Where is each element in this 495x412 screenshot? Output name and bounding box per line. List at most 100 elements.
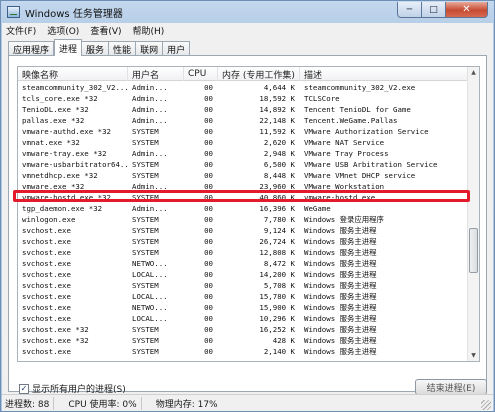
tab-performance[interactable]: 性能 <box>109 41 137 56</box>
table-row[interactable]: svchost.exe SYSTEM 00 12,808 K Windows 服务主进程 <box>18 247 468 258</box>
table-row[interactable]: vmnetdhcp.exe *32 SYSTEM 00 8,448 K VMware V… <box>18 170 468 181</box>
scroll-up-icon[interactable]: ▲ <box>468 67 479 78</box>
table-row[interactable]: steamcommunity_302_V2... Admin... 00 4,644 … <box>18 82 468 93</box>
table-row[interactable]: vmware-hostd.exe *32 SYSTEM 00 40,860 K vmwa… <box>18 192 468 203</box>
menu-help[interactable]: 帮助(H) <box>133 24 165 37</box>
cell-user-name: SYSTEM <box>132 215 159 224</box>
cell-user-name: SYSTEM <box>132 226 159 235</box>
table-row[interactable]: TenioDL.exe *32 Admin... 00 14,892 K Tencent… <box>18 104 468 115</box>
table-row[interactable]: svchost.exe *32 SYSTEM 00 16,252 K Windows 服… <box>18 324 468 335</box>
cell-cpu: 00 <box>204 303 213 312</box>
cell-user-name: Admin... <box>132 182 168 191</box>
table-row[interactable]: tcls_core.exe *32 Admin... 00 18,592 K TCLSC… <box>18 93 468 104</box>
cell-image-name: svchost.exe *32 <box>22 336 89 345</box>
table-row[interactable]: svchost.exe SYSTEM 00 2,140 K Windows 服务主进程 <box>18 346 468 357</box>
cell-image-name: vmware-tray.exe *32 <box>22 149 107 158</box>
column-description[interactable]: 描述 <box>300 67 468 81</box>
close-button[interactable]: ✕ <box>446 2 488 18</box>
cell-memory: 14,892 K <box>259 105 295 114</box>
menu-options[interactable]: 选项(O) <box>47 24 79 37</box>
table-row[interactable]: svchost.exe SYSTEM 00 26,724 K Windows 服务主进程 <box>18 236 468 247</box>
cell-user-name: SYSTEM <box>132 325 159 334</box>
cell-memory: 22,148 K <box>259 116 295 125</box>
cell-cpu: 00 <box>204 138 213 147</box>
show-all-checkbox[interactable]: ✓ <box>19 383 29 394</box>
process-list[interactable]: 映像名称 用户名 CPU 内存 (专用工作集) 描述 steamcommunit… <box>17 66 480 362</box>
scroll-down-icon[interactable]: ▼ <box>468 350 479 361</box>
tab-users[interactable]: 用户 <box>163 41 191 56</box>
menu-view[interactable]: 查看(V) <box>90 24 121 37</box>
cell-memory: 26,724 K <box>259 237 295 246</box>
table-row[interactable]: pallas.exe *32 Admin... 00 22,148 K Tencent.… <box>18 115 468 126</box>
cell-memory: 10,296 K <box>259 314 295 323</box>
tab-networking[interactable]: 联网 <box>136 41 164 56</box>
task-manager-icon <box>7 6 20 18</box>
table-row[interactable]: tgp_daemon.exe *32 Admin... 00 16,396 K WeGa… <box>18 203 468 214</box>
table-row[interactable]: svchost.exe NETWO... 00 15,900 K Windows 服务主… <box>18 302 468 313</box>
cell-description: vmware-hostd.exe <box>304 193 376 202</box>
cell-user-name: NETWO... <box>132 303 168 312</box>
vertical-scrollbar[interactable]: ▲ ▼ <box>467 67 479 361</box>
resize-grip-icon[interactable] <box>481 400 491 410</box>
cell-memory: 7,780 K <box>263 215 295 224</box>
column-memory[interactable]: 内存 (专用工作集) <box>218 67 300 81</box>
table-row[interactable]: winlogon.exe SYSTEM 00 7,780 K Windows 登录应用程… <box>18 214 468 225</box>
cell-image-name: svchost.exe *32 <box>22 325 89 334</box>
window-controls: ─ □ ✕ <box>397 2 488 18</box>
cell-description: Windows 服务主进程 <box>304 281 377 290</box>
tab-applications[interactable]: 应用程序 <box>8 41 55 56</box>
close-icon: ✕ <box>462 4 471 15</box>
table-row[interactable]: svchost.exe *32 SYSTEM 00 428 K Windows 服务主进… <box>18 335 468 346</box>
cell-user-name: Admin... <box>132 116 168 125</box>
cell-user-name: SYSTEM <box>132 347 159 356</box>
cell-description: Windows 服务主进程 <box>304 237 377 246</box>
title-bar[interactable]: Windows 任务管理器 ─ □ ✕ <box>1 1 494 23</box>
table-row[interactable]: vmnat.exe *32 SYSTEM 00 2,620 K VMware NAT S… <box>18 137 468 148</box>
cell-image-name: svchost.exe <box>22 347 71 356</box>
cell-memory: 14,200 K <box>259 270 295 279</box>
cell-description: Windows 服务主进程 <box>304 226 377 235</box>
table-row[interactable]: svchost.exe SYSTEM 00 9,124 K Windows 服务主进程 <box>18 225 468 236</box>
table-row[interactable]: svchost.exe NETWO... 00 8,472 K Windows 服务主进… <box>18 258 468 269</box>
maximize-button[interactable]: □ <box>422 2 446 18</box>
table-row[interactable]: vmware.exe *32 Admin... 00 23,960 K VMware W… <box>18 181 468 192</box>
minimize-button[interactable]: ─ <box>397 2 422 18</box>
cell-user-name: LOCAL... <box>132 292 168 301</box>
table-row[interactable]: svchost.exe LOCAL... 00 15,780 K Windows 服务主… <box>18 291 468 302</box>
cell-memory: 40,860 K <box>259 193 295 202</box>
menu-file[interactable]: 文件(F) <box>6 24 36 37</box>
column-cpu[interactable]: CPU <box>184 67 218 81</box>
cell-image-name: vmnetdhcp.exe *32 <box>22 171 98 180</box>
cell-user-name: NETWO... <box>132 259 168 268</box>
cell-cpu: 00 <box>204 270 213 279</box>
column-image-name[interactable]: 映像名称 <box>18 67 128 81</box>
cell-memory: 5,708 K <box>263 281 295 290</box>
column-user-name[interactable]: 用户名 <box>128 67 184 81</box>
table-row[interactable]: svchost.exe LOCAL... 00 10,296 K Windows 服务主… <box>18 313 468 324</box>
table-row[interactable]: svchost.exe SYSTEM 00 5,708 K Windows 服务主进程 <box>18 280 468 291</box>
cell-user-name: SYSTEM <box>132 138 159 147</box>
cell-description: Windows 服务主进程 <box>304 336 377 345</box>
cell-cpu: 00 <box>204 281 213 290</box>
cell-cpu: 00 <box>204 193 213 202</box>
table-row[interactable]: vmware-authd.exe *32 SYSTEM 00 11,592 K VMwa… <box>18 126 468 137</box>
table-row[interactable]: vmware-usbarbitrator64... SYSTEM 00 6,500 K… <box>18 159 468 170</box>
process-list-body: steamcommunity_302_V2... Admin... 00 4,644 … <box>18 82 468 357</box>
table-row[interactable]: vmware-tray.exe *32 Admin... 00 2,948 K VMwa… <box>18 148 468 159</box>
cell-memory: 15,900 K <box>259 303 295 312</box>
table-row[interactable]: svchost.exe LOCAL... 00 14,200 K Windows 服务主… <box>18 269 468 280</box>
tab-services[interactable]: 服务 <box>82 41 110 56</box>
cell-cpu: 00 <box>204 237 213 246</box>
cell-cpu: 00 <box>204 171 213 180</box>
cell-user-name: LOCAL... <box>132 314 168 323</box>
cell-user-name: SYSTEM <box>132 248 159 257</box>
cell-description: Windows 登录应用程序 <box>304 215 384 224</box>
end-process-button[interactable]: 结束进程(E) <box>415 379 487 395</box>
cell-cpu: 00 <box>204 94 213 103</box>
cell-user-name: SYSTEM <box>132 336 159 345</box>
cell-description: Windows 服务主进程 <box>304 314 377 323</box>
scroll-thumb[interactable] <box>469 228 478 273</box>
tab-processes[interactable]: 进程 <box>54 39 83 56</box>
cell-description: steamcommunity_302_V2.exe <box>304 83 416 92</box>
cell-image-name: svchost.exe <box>22 314 71 323</box>
